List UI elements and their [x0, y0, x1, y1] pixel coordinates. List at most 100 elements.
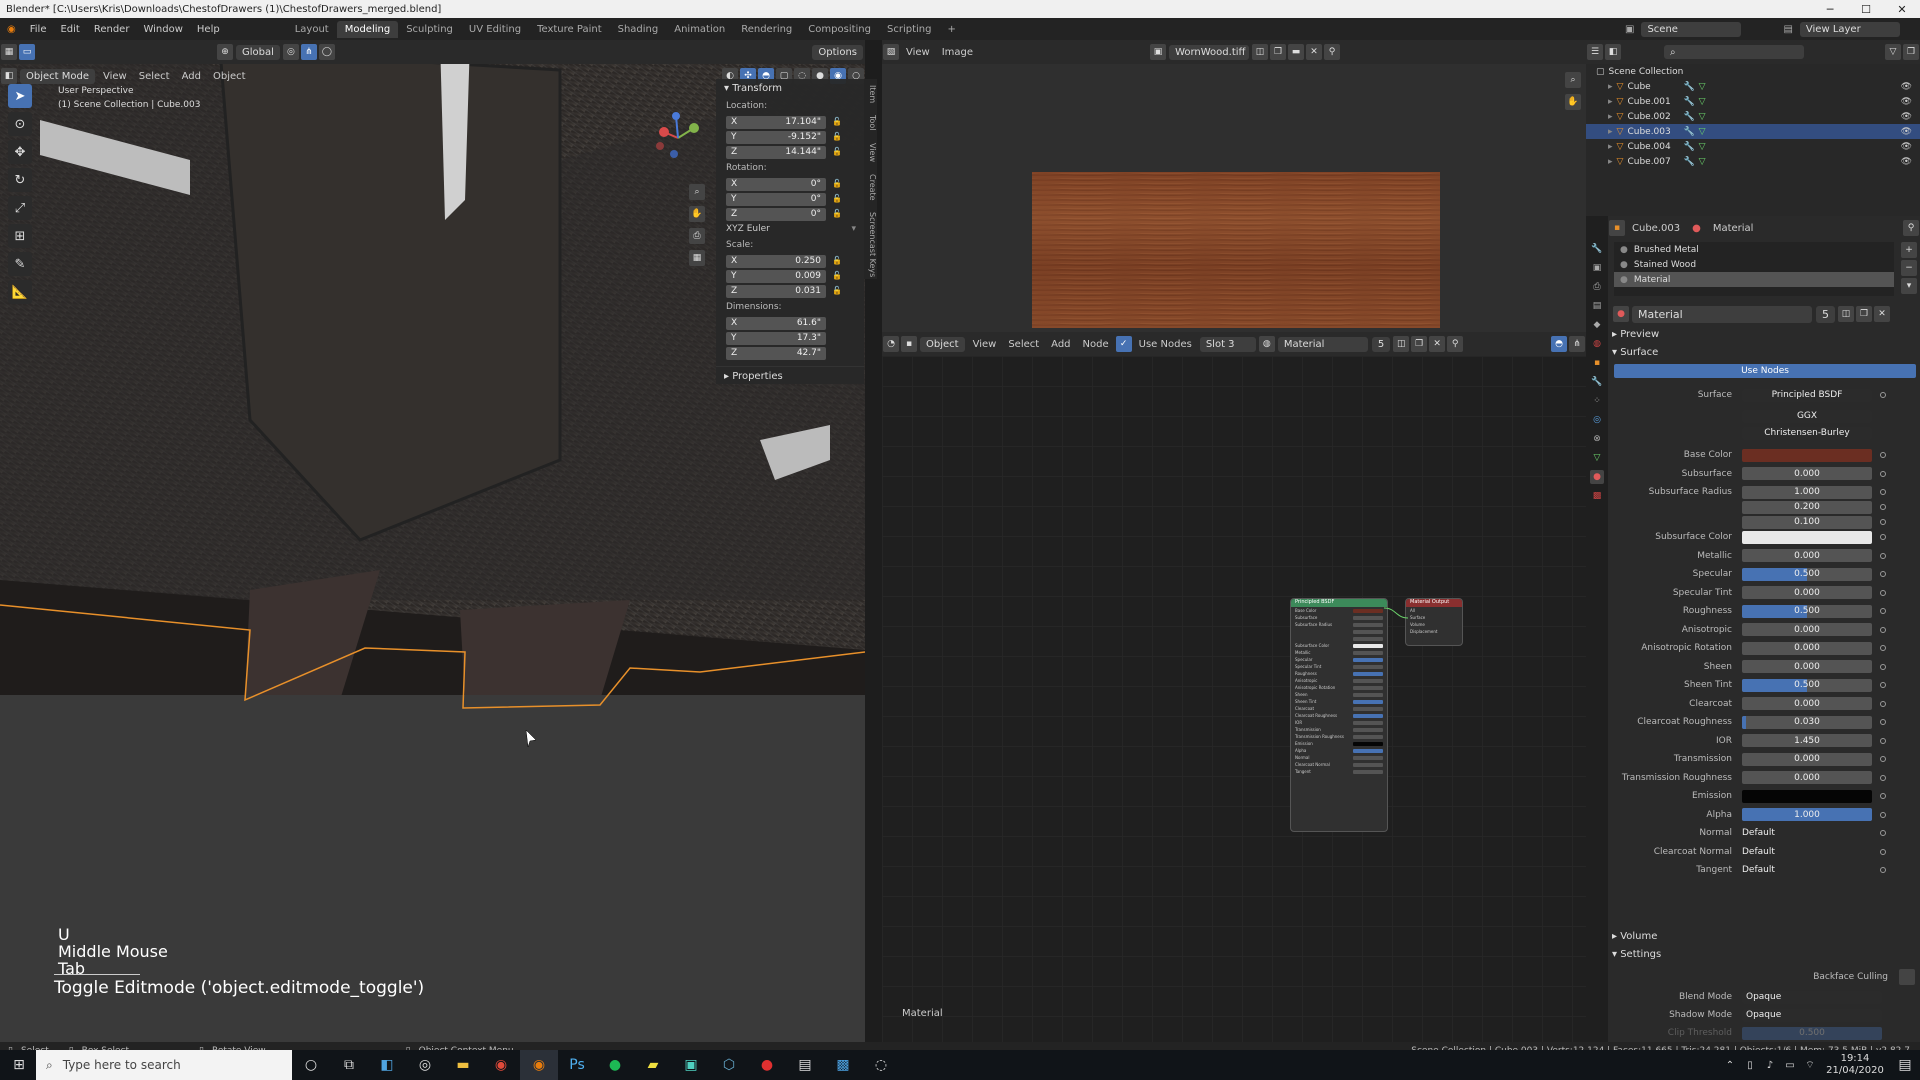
material-browse-sphere-icon[interactable]: ● — [1613, 306, 1629, 322]
object-tab-icon[interactable]: ▪ — [1590, 356, 1604, 370]
surface-socket-icon[interactable] — [1880, 392, 1886, 398]
app-icon-4[interactable]: ⬡ — [710, 1050, 748, 1080]
subsurface-method-selector[interactable]: Christensen-Burley — [1742, 426, 1872, 440]
scale-tool-icon[interactable]: ⤢ — [8, 196, 32, 220]
output-socket-row[interactable]: Volume — [1406, 621, 1462, 628]
socket-link-icon[interactable] — [1880, 663, 1886, 670]
pan-hand-icon[interactable]: ✋ — [689, 206, 705, 222]
outliner-row[interactable]: ▸ ▽ Cube.002 🔧 ▽ 👁 — [1586, 109, 1920, 124]
menu-window[interactable]: Window — [136, 24, 189, 35]
tab-layout[interactable]: Layout — [287, 21, 337, 38]
view-layer-selector[interactable]: View Layer — [1799, 21, 1900, 37]
expand-chevron-icon[interactable]: ▸ — [1608, 112, 1613, 122]
add-slot-icon[interactable]: + — [1901, 242, 1917, 258]
outliner-row[interactable]: ▸ ▽ Cube 🔧 ▽ 👁 — [1586, 79, 1920, 94]
bsdf-socket-row[interactable]: Normal — [1291, 754, 1387, 761]
bsdf-socket-row[interactable] — [1291, 635, 1387, 642]
socket-link-icon[interactable] — [1880, 848, 1886, 855]
new-collection-icon[interactable]: ❐ — [1903, 44, 1919, 60]
bsdf-socket-row[interactable]: Clearcoat Normal — [1291, 761, 1387, 768]
battery-icon[interactable]: ▭ — [1780, 1050, 1800, 1080]
socket-link-icon[interactable] — [1880, 504, 1886, 510]
prop-field[interactable]: 0.000 — [1742, 752, 1872, 766]
prop-field[interactable]: 0.000 — [1742, 660, 1872, 673]
material-slot-item[interactable]: ● Stained Wood — [1614, 257, 1894, 272]
bsdf-socket-row[interactable]: Subsurface Radius — [1291, 621, 1387, 628]
material-browse-icon[interactable]: ◍ — [1258, 336, 1275, 352]
prop-field[interactable] — [1742, 789, 1872, 803]
blend-mode-selector[interactable]: Opaque — [1742, 990, 1882, 1004]
bsdf-socket-row[interactable]: Specular — [1291, 656, 1387, 663]
use-nodes-button[interactable]: Use Nodes — [1614, 364, 1916, 378]
material-unlink-icon[interactable]: ✕ — [1874, 306, 1890, 322]
cursor-tool-icon[interactable]: ⊙ — [8, 112, 32, 136]
expand-chevron-icon[interactable]: ▸ — [1608, 127, 1613, 137]
orientation-selector[interactable]: Global — [236, 44, 280, 60]
backface-checkbox[interactable] — [1899, 969, 1915, 985]
image-view-menu[interactable]: View — [900, 47, 936, 58]
prop-field[interactable]: Default — [1742, 845, 1872, 858]
tab-uv-editing[interactable]: UV Editing — [461, 21, 529, 38]
scale-x-field[interactable]: X 0.250 — [726, 254, 826, 268]
rotate-tool-icon[interactable]: ↻ — [8, 168, 32, 192]
dimensions-z-field[interactable]: Z 42.7" — [726, 346, 826, 360]
outliner-row[interactable]: ▸ ▽ Cube.007 🔧 ▽ 👁 — [1586, 154, 1920, 169]
material-slot-item[interactable]: ● Material — [1614, 272, 1894, 287]
bsdf-socket-row[interactable]: Anisotropic Rotation — [1291, 684, 1387, 691]
lock-icon[interactable]: 🔓 — [832, 147, 844, 157]
image-editor-type-icon[interactable]: ▧ — [883, 44, 899, 60]
material-users-count[interactable]: 5 — [1816, 305, 1835, 323]
bsdf-socket-row[interactable]: Subsurface — [1291, 614, 1387, 621]
prop-field[interactable]: 0.000 — [1742, 549, 1872, 562]
volume-panel-header[interactable]: ▸ Volume — [1612, 931, 1657, 942]
prop-field[interactable]: 1.000 — [1742, 808, 1872, 821]
image-pan-icon[interactable]: ✋ — [1565, 94, 1581, 110]
menu-edit[interactable]: Edit — [53, 24, 86, 35]
blender-taskbar-icon[interactable]: ◉ — [520, 1050, 558, 1080]
world-tab-icon[interactable]: ◍ — [1590, 337, 1604, 351]
lock-icon[interactable]: 🔓 — [832, 256, 844, 266]
texture-tab-icon[interactable]: ▩ — [1590, 489, 1604, 503]
bsdf-socket-row[interactable]: Clearcoat — [1291, 705, 1387, 712]
menu-render[interactable]: Render — [87, 24, 137, 35]
socket-link-icon[interactable] — [1880, 519, 1886, 525]
annotate-tool-icon[interactable]: ✎ — [8, 252, 32, 276]
sidebar-tab-create[interactable]: Create — [864, 174, 877, 201]
sidebar-tab-tool[interactable]: Tool — [864, 115, 877, 131]
bsdf-socket-row[interactable]: Specular Tint — [1291, 663, 1387, 670]
socket-link-icon[interactable] — [1880, 811, 1886, 818]
bsdf-socket-row[interactable]: IOR — [1291, 719, 1387, 726]
visibility-eye-icon[interactable]: 👁 — [1901, 82, 1912, 92]
fake-user-icon[interactable]: ◫ — [1252, 44, 1269, 60]
bsdf-socket-row[interactable]: Metallic — [1291, 649, 1387, 656]
bsdf-socket-row[interactable]: Subsurface Color — [1291, 642, 1387, 649]
bsdf-socket-row[interactable]: Transmission — [1291, 726, 1387, 733]
app-icon-2[interactable]: ◎ — [406, 1050, 444, 1080]
material-output-node[interactable]: Material Output All Surface Volume Displace… — [1405, 598, 1463, 646]
lock-icon[interactable]: 🔓 — [832, 194, 844, 204]
scene-tab-icon[interactable]: ◆ — [1590, 318, 1604, 332]
dimensions-y-field[interactable]: Y 17.3" — [726, 331, 826, 345]
expand-chevron-icon[interactable]: ▸ — [1608, 82, 1613, 92]
windows-start-icon[interactable]: ⊞ — [0, 1050, 38, 1080]
prop-field[interactable]: 0.000 — [1742, 623, 1872, 636]
notification-icon[interactable]: ▤ — [1890, 1050, 1920, 1080]
output-socket-row[interactable]: All — [1406, 607, 1462, 614]
bsdf-socket-row[interactable]: Clearcoat Roughness — [1291, 712, 1387, 719]
node-menu-select[interactable]: Select — [1002, 339, 1045, 350]
tab-sculpting[interactable]: Sculpting — [398, 21, 461, 38]
prop-field[interactable]: 0.000 — [1742, 697, 1872, 710]
prop-field[interactable]: 0.200 — [1742, 500, 1872, 514]
props-pin-icon[interactable]: ⚲ — [1903, 220, 1919, 236]
prop-field[interactable]: Default — [1742, 827, 1872, 840]
bsdf-socket-row[interactable]: Sheen Tint — [1291, 698, 1387, 705]
minimize-icon[interactable]: ─ — [1812, 0, 1848, 18]
sidebar-tab-screencast-keys[interactable]: Screencast Keys — [864, 212, 877, 277]
outliner-row[interactable]: ▸ ▽ Cube.004 🔧 ▽ 👁 — [1586, 139, 1920, 154]
menu-file[interactable]: File — [23, 24, 54, 35]
location-y-field[interactable]: Y -9.152" — [726, 130, 826, 144]
scale-z-field[interactable]: Z 0.031 — [726, 284, 826, 298]
tray-chevron-icon[interactable]: ⌃ — [1720, 1050, 1740, 1080]
node-material-field[interactable]: Material — [1277, 336, 1368, 352]
viewport-menu-select[interactable]: Select — [133, 71, 176, 82]
